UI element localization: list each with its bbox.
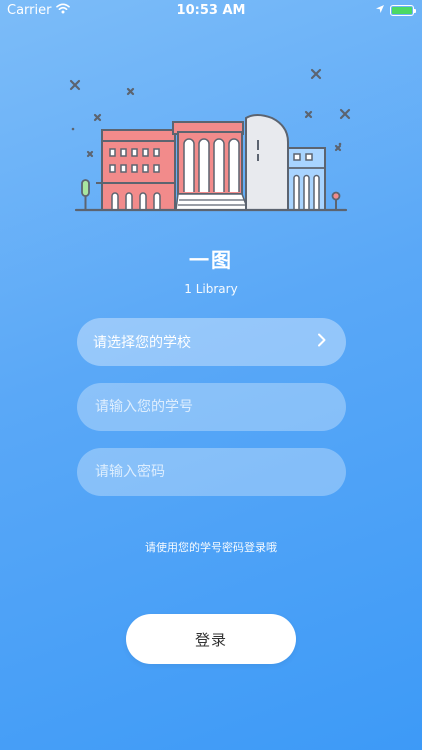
grey-tower (245, 114, 289, 211)
school-select-label: 请选择您的学校 (93, 335, 191, 351)
red-building (96, 121, 250, 211)
app-subtitle: 1 Library (184, 282, 238, 296)
app-title: 一图 (189, 248, 233, 272)
blue-building (287, 147, 326, 211)
student-id-field[interactable] (77, 383, 346, 431)
status-right (375, 3, 416, 18)
location-icon (375, 3, 385, 18)
battery-level (392, 7, 412, 14)
student-id-input[interactable] (93, 398, 330, 416)
login-hint: 请使用您的学号密码登录哦 (145, 541, 277, 554)
clock: 10:53 AM (176, 3, 246, 18)
password-field[interactable] (77, 448, 346, 496)
password-input[interactable] (93, 463, 330, 481)
tree-icon (81, 179, 90, 210)
lamp-icon (331, 191, 341, 210)
status-bar: Carrier 10:53 AM (0, 0, 422, 22)
library-illustration (60, 62, 362, 214)
battery-tip (414, 9, 416, 13)
school-select[interactable]: 请选择您的学校 (77, 318, 346, 366)
login-button[interactable]: 登录 (126, 614, 296, 664)
battery-icon (390, 5, 416, 16)
chevron-right-icon (314, 332, 330, 352)
